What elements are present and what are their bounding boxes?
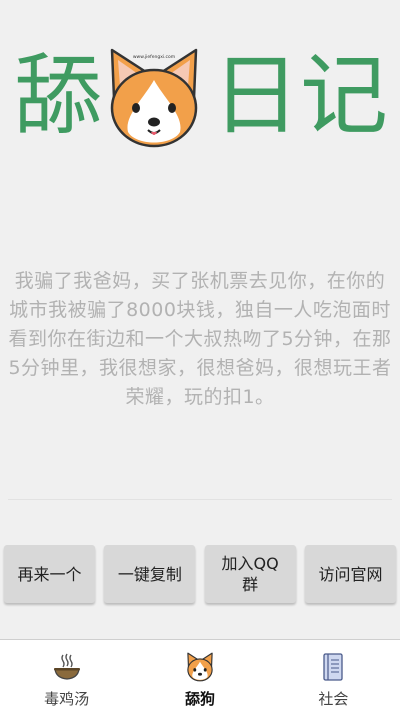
logo-char-lick: 舔 [14,44,103,147]
divider [8,499,392,500]
nav-item-licking-dog[interactable]: 舔狗 [133,640,266,712]
soup-bowl-icon [53,653,80,680]
action-bar: 再来一个 一键复制 加入QQ群 访问官网 [4,545,396,603]
quote-text: 我骗了我爸妈，买了张机票去见你，在你的城市我被骗了8000块钱，独自一人吃泡面时… [8,270,392,408]
app-logo: 舔 www.jiefengxi.com 日 记 [0,40,400,152]
join-qq-group-button[interactable]: 加入QQ群 [204,545,296,603]
logo-char-record: 记 [300,44,389,147]
logo-caption: www.jiefengxi.com [133,54,175,60]
visit-website-button[interactable]: 访问官网 [304,545,396,603]
corgi-icon [187,652,213,682]
corgi-logo-icon: www.jiefengxi.com [110,48,198,148]
nav-label-soup: 毒鸡汤 [44,690,90,708]
logo-char-day: 日 [212,44,301,147]
bottom-nav: 毒鸡汤 舔狗 社会 [0,639,400,712]
nav-label-society: 社会 [318,690,349,708]
nav-item-society[interactable]: 社会 [267,640,400,712]
notebook-icon [323,653,343,681]
nav-label-licking-dog: 舔狗 [184,690,215,708]
nav-item-soup[interactable]: 毒鸡汤 [0,640,133,712]
copy-button[interactable]: 一键复制 [104,545,196,603]
again-button[interactable]: 再来一个 [4,545,95,603]
